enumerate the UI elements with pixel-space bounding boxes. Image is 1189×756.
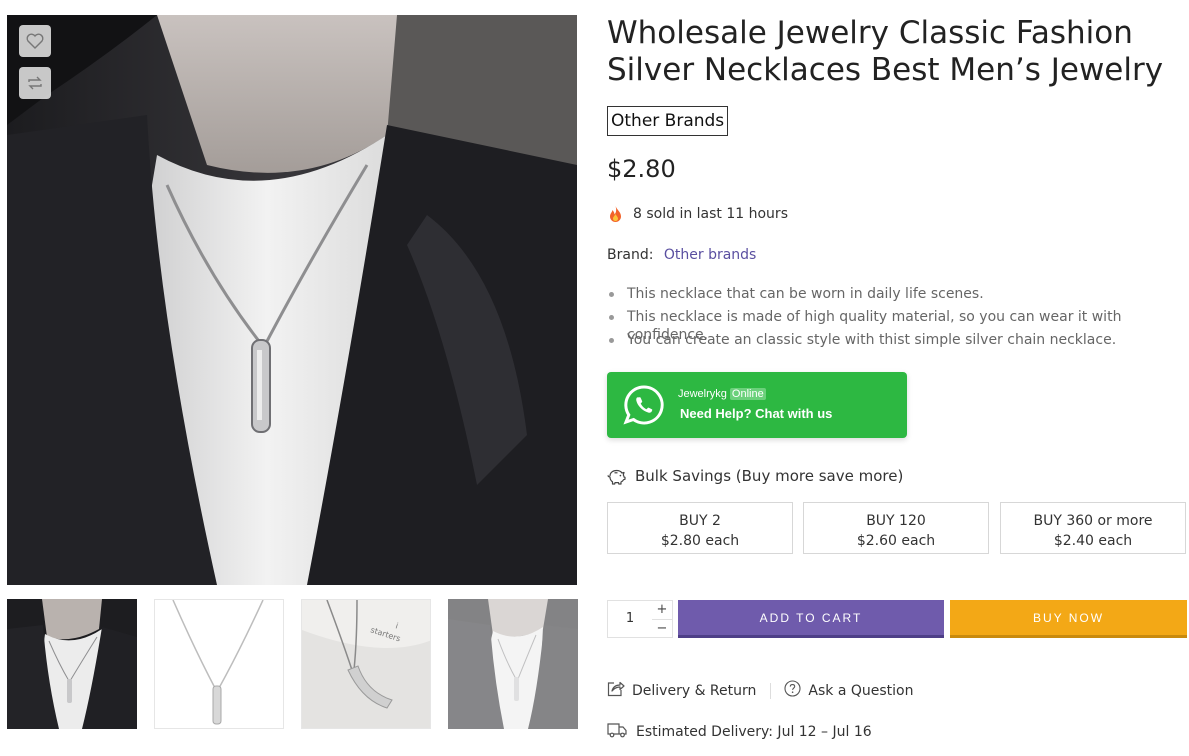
whatsapp-help-text: Need Help? Chat with us [680, 406, 833, 421]
sold-text: 8 sold in last 11 hours [633, 206, 788, 222]
product-price: $2.80 [607, 155, 676, 183]
quantity-decrease-button[interactable]: − [652, 619, 672, 637]
whatsapp-icon [623, 384, 665, 430]
bulk-tier-price: $2.80 each [660, 533, 740, 549]
sold-counter: 8 sold in last 11 hours [607, 205, 788, 223]
bulk-tier-price: $2.40 each [1053, 533, 1133, 549]
bulk-tier-qty: BUY 2 [679, 513, 721, 529]
bulk-savings-title: Bulk Savings (Buy more save more) [635, 467, 904, 485]
thumbnail-3[interactable]: i starters [301, 599, 431, 729]
thumbnail-strip: i starters [7, 599, 587, 729]
piggy-bank-icon [607, 468, 626, 485]
bulk-tier-1[interactable]: BUY 2 $2.80 each [607, 502, 793, 554]
heart-icon [26, 33, 44, 49]
whatsapp-chat-button[interactable]: Jewelrykg Online Need Help? Chat with us [607, 372, 907, 438]
thumbnail-4[interactable] [448, 599, 578, 729]
question-circle-icon [784, 680, 808, 701]
brand-link[interactable]: Other brands [664, 247, 756, 263]
truck-icon [607, 722, 636, 742]
main-product-image[interactable] [7, 15, 577, 585]
product-links: Delivery & Return Ask a Question [607, 680, 913, 701]
link-divider [770, 682, 772, 699]
quantity-input[interactable]: 1 [608, 601, 652, 637]
whatsapp-agent-name: Jewelrykg [678, 388, 727, 400]
wishlist-button[interactable] [19, 25, 51, 57]
thumbnail-1-image [7, 599, 137, 729]
compare-button[interactable] [19, 67, 51, 99]
list-item: This necklace that can be worn in daily … [607, 285, 1187, 308]
online-status-badge: Online [729, 388, 766, 400]
brand-label: Brand: [607, 247, 654, 263]
feature-list: This necklace that can be worn in daily … [607, 285, 1187, 354]
bulk-tiers: BUY 2 $2.80 each BUY 120 $2.60 each BUY … [607, 502, 1187, 554]
fire-icon [607, 205, 624, 223]
ask-question-label: Ask a Question [808, 682, 914, 699]
brand-badge[interactable]: Other Brands [607, 106, 729, 136]
list-item: You can create an classic style with thi… [607, 331, 1187, 354]
delivery-return-label: Delivery & Return [632, 682, 757, 699]
brand-line: Brand: Other brands [607, 247, 756, 263]
quantity-increase-button[interactable]: + [652, 601, 672, 619]
compare-arrows-icon [26, 75, 44, 91]
list-item: This necklace is made of high quality ma… [607, 308, 1187, 343]
share-box-icon [607, 680, 632, 701]
delivery-return-link[interactable]: Delivery & Return [607, 680, 756, 701]
bulk-tier-qty: BUY 120 [866, 513, 926, 529]
ask-question-link[interactable]: Ask a Question [784, 680, 913, 701]
bulk-tier-2[interactable]: BUY 120 $2.60 each [803, 502, 989, 554]
quantity-stepper: 1 + − [607, 600, 673, 638]
thumbnail-4-image [448, 599, 578, 729]
product-photo [7, 15, 577, 585]
thumbnail-1[interactable] [7, 599, 137, 729]
bulk-tier-3[interactable]: BUY 360 or more $2.40 each [1000, 502, 1186, 554]
estimated-delivery-text: Estimated Delivery: Jul 12 – Jul 16 [636, 724, 872, 740]
thumbnail-2-image [155, 600, 283, 728]
estimated-delivery: Estimated Delivery: Jul 12 – Jul 16 [607, 722, 872, 742]
buy-now-button[interactable]: BUY NOW [950, 600, 1187, 638]
thumbnail-3-image: i starters [302, 600, 430, 728]
thumbnail-2[interactable] [154, 599, 284, 729]
add-to-cart-button[interactable]: ADD TO CART [678, 600, 944, 638]
product-title: Wholesale Jewelry Classic Fashion Silver… [607, 15, 1164, 88]
bulk-tier-qty: BUY 360 or more [1033, 513, 1153, 529]
bulk-tier-price: $2.60 each [856, 533, 936, 549]
bulk-savings-heading: Bulk Savings (Buy more save more) [607, 467, 903, 485]
whatsapp-agent: Jewelrykg Online [678, 388, 766, 400]
